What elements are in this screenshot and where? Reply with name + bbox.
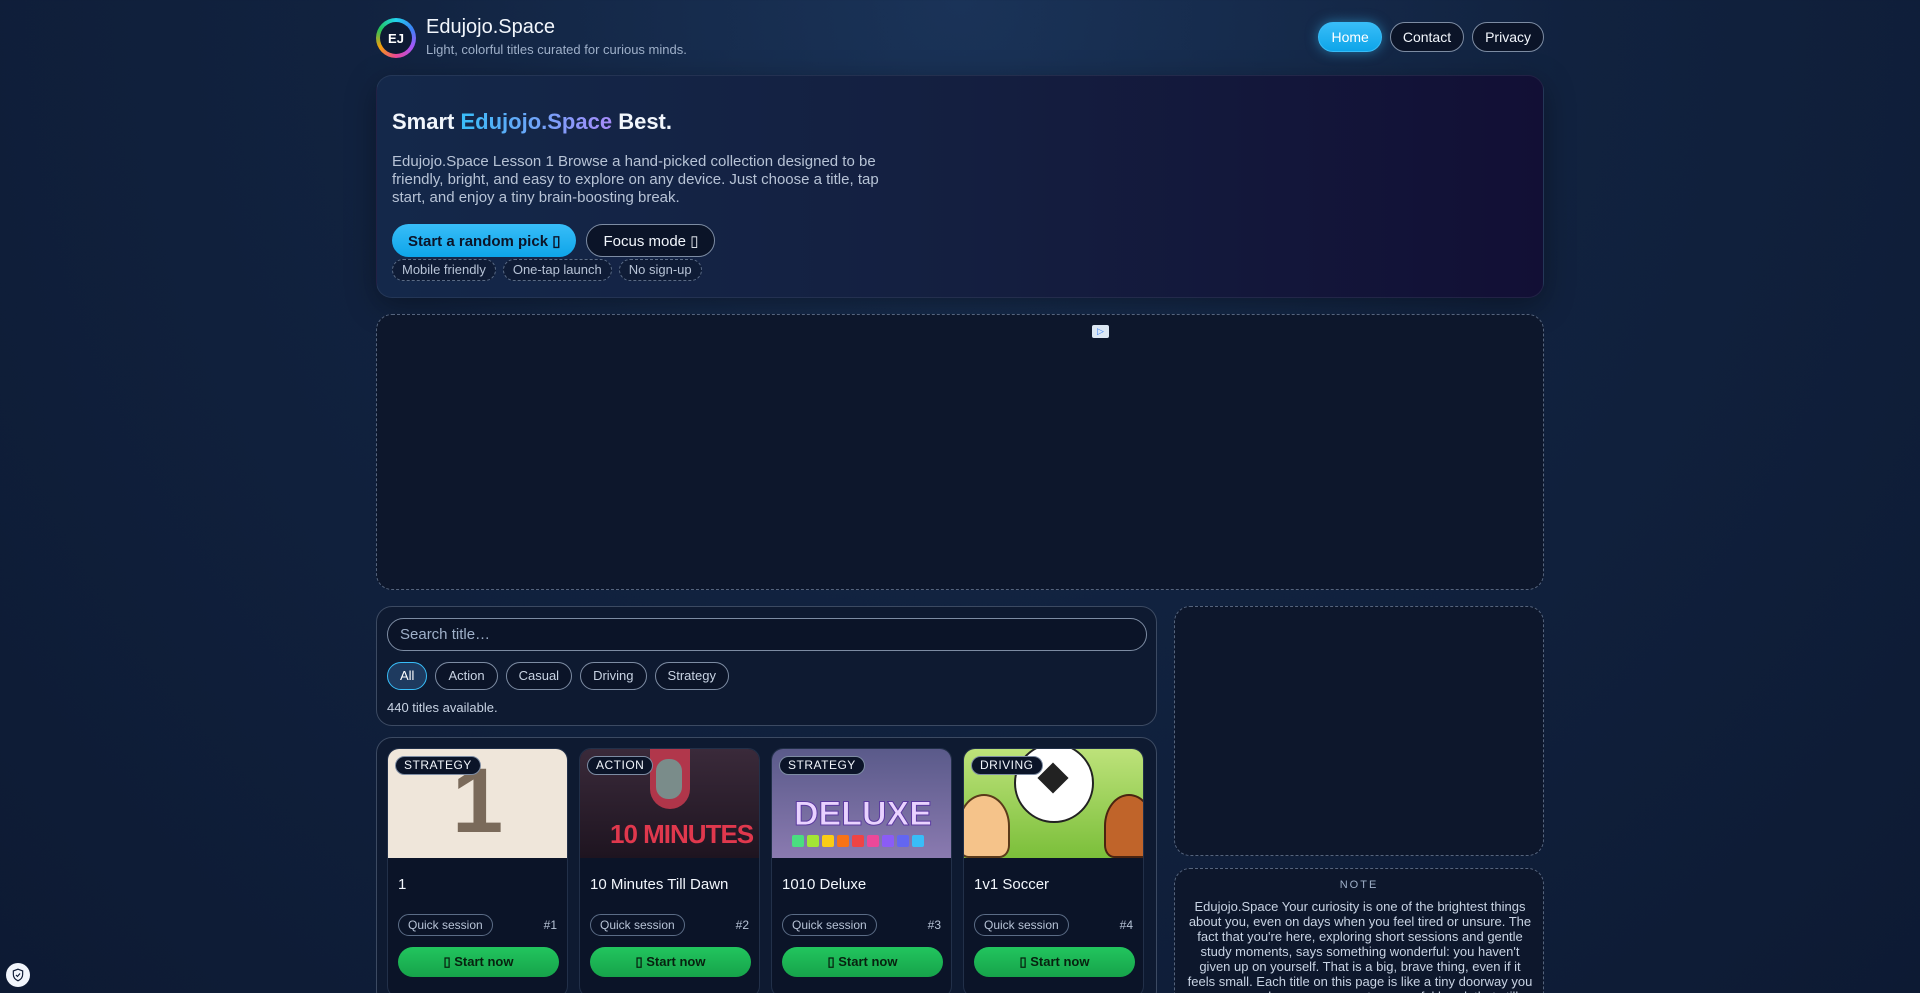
game-title[interactable]: 1 [398,876,406,893]
category-badge: STRATEGY [779,756,865,775]
feature-pill: Mobile friendly [392,259,496,281]
logo-text: EJ [380,22,412,54]
session-tag: Quick session [590,914,685,936]
game-grid: 1 STRATEGY 1 Quick session #1 ▯ Start no… [376,737,1157,993]
main-nav: Home Contact Privacy [1318,22,1544,52]
random-pick-button[interactable]: Start a random pick ▯ [392,224,577,257]
start-now-button[interactable]: ▯ Start now [398,947,559,977]
feature-pill: No sign-up [618,259,702,281]
hero-actions: Start a random pick ▯ Focus mode ▯ [392,224,716,257]
category-badge: DRIVING [971,756,1043,775]
game-card[interactable]: DELUXE STRATEGY 1010 Deluxe Quick sessio… [771,748,952,993]
game-number: #3 [927,918,941,932]
filter-strategy[interactable]: Strategy [654,662,729,690]
brand-name[interactable]: Edujojo.Space [426,16,555,39]
start-now-button[interactable]: ▯ Start now [590,947,751,977]
play-icon: ▯ [1019,954,1027,969]
category-badge: STRATEGY [395,756,481,775]
game-number: #4 [1119,918,1133,932]
note-body: Edujojo.Space Your curiosity is one of t… [1187,899,1533,993]
start-now-button[interactable]: ▯ Start now [782,947,943,977]
title-count: 440 titles available. [387,700,498,715]
focus-icon: ▯ [690,232,699,250]
feature-pills: Mobile friendly One-tap launch No sign-u… [392,259,702,281]
play-icon: ▯ [827,954,835,969]
game-number: #1 [543,918,557,932]
ad-banner[interactable]: ▷ [376,314,1544,590]
game-card[interactable]: DRIVING 1v1 Soccer Quick session #4 ▯ St… [963,748,1144,993]
game-card[interactable]: 10 MINUTES ACTION 10 Minutes Till Dawn Q… [579,748,760,993]
hero-title-accent: Edujojo.Space [460,109,613,134]
thumb-text: DELUXE [794,795,933,834]
sidebar-ad[interactable] [1174,606,1544,856]
thumb-text: 10 MINUTES [610,819,754,849]
nav-home[interactable]: Home [1318,22,1382,52]
site-logo[interactable]: EJ [376,18,416,58]
hero-title: Smart Edujojo.Space Best. [392,109,672,134]
focus-mode-button[interactable]: Focus mode ▯ [586,224,716,257]
game-number: #2 [735,918,749,932]
game-card[interactable]: 1 STRATEGY 1 Quick session #1 ▯ Start no… [387,748,568,993]
hero-description: Edujojo.Space Lesson 1 Browse a hand-pic… [392,153,879,206]
adchoices-icon[interactable]: ▷ [1092,325,1109,338]
game-title[interactable]: 1010 Deluxe [782,876,866,893]
start-now-button[interactable]: ▯ Start now [974,947,1135,977]
filter-casual[interactable]: Casual [505,662,573,690]
category-filters: All Action Casual Driving Strategy [387,662,729,690]
filter-driving[interactable]: Driving [580,662,647,690]
site-header: EJ Edujojo.Space Light, colorful titles … [376,14,1544,62]
note-label: NOTE [1339,879,1379,891]
nav-contact[interactable]: Contact [1389,22,1465,52]
play-icon: ▯ [443,954,451,969]
game-title[interactable]: 1v1 Soccer [974,876,1049,893]
game-title[interactable]: 10 Minutes Till Dawn [590,876,728,893]
random-icon: ▯ [552,232,561,250]
filter-action[interactable]: Action [435,662,498,690]
shield-icon[interactable] [6,963,30,987]
search-input[interactable] [387,618,1147,651]
session-tag: Quick session [782,914,877,936]
session-tag: Quick session [974,914,1069,936]
brand-tagline: Light, colorful titles curated for curio… [426,42,687,57]
note-panel: NOTE Edujojo.Space Your curiosity is one… [1174,868,1544,993]
category-badge: ACTION [587,756,654,775]
session-tag: Quick session [398,914,493,936]
nav-privacy[interactable]: Privacy [1472,22,1544,52]
play-icon: ▯ [635,954,643,969]
hero-section: Smart Edujojo.Space Best. Edujojo.Space … [376,75,1544,298]
feature-pill: One-tap launch [502,259,612,281]
filter-all[interactable]: All [387,662,428,690]
search-panel: All Action Casual Driving Strategy 440 t… [376,606,1157,726]
